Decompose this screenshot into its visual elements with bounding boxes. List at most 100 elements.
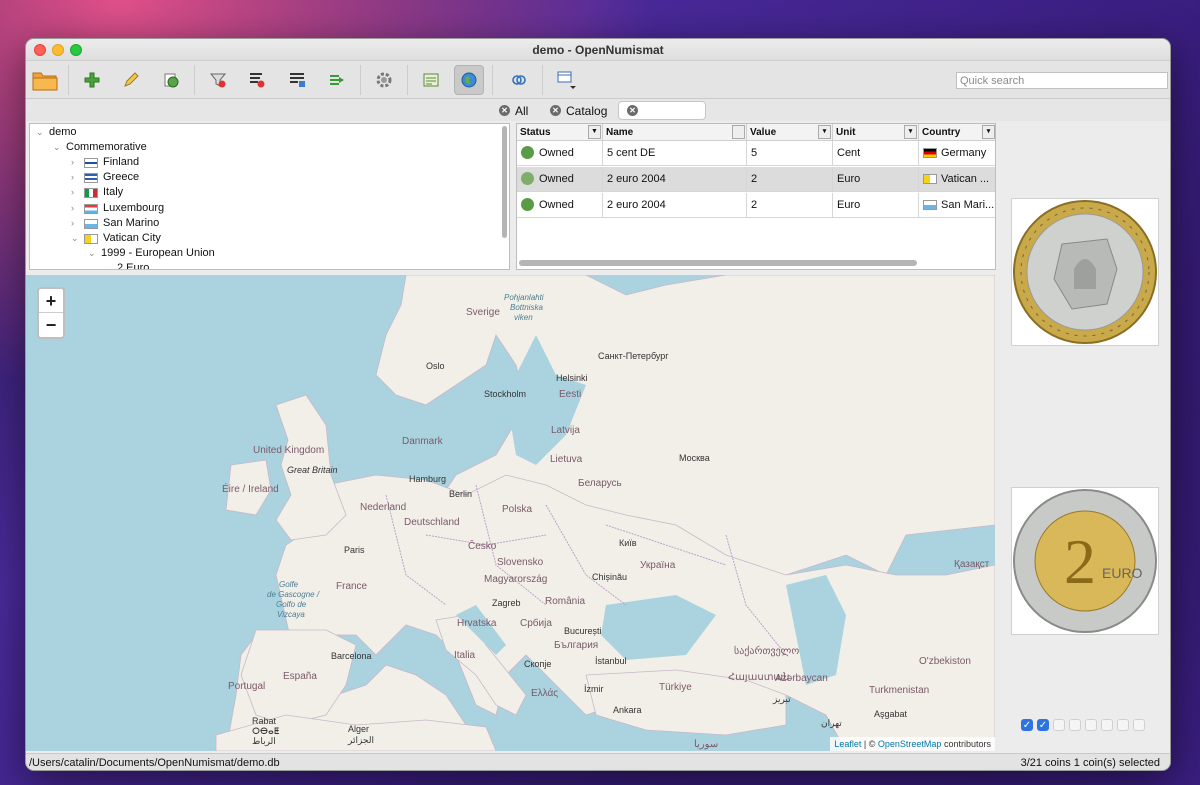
tree-item-root[interactable]: ⌄ demo: [36, 125, 77, 140]
coins-table: Status ▼ Name Value ▾ Unit ▾ Country ▾ O…: [516, 123, 996, 270]
folder-icon: [32, 72, 58, 91]
map-label: Paris: [344, 545, 365, 555]
chevron-down-icon[interactable]: ⌄: [71, 231, 79, 246]
tree-item-italy[interactable]: › Italy: [71, 185, 123, 200]
open-folder-button[interactable]: [30, 65, 60, 95]
map-button[interactable]: [454, 65, 484, 95]
attribution-contributors: contributors: [943, 739, 991, 749]
filter-icon[interactable]: ▾: [904, 125, 917, 139]
filter-icon: [209, 73, 227, 88]
map-label: Hamburg: [409, 474, 447, 484]
close-tab-icon[interactable]: ✕: [627, 105, 638, 116]
tree-item-value[interactable]: ⌄ 2 Euro: [104, 261, 149, 269]
chevron-right-icon[interactable]: ›: [71, 155, 79, 170]
image-checkbox[interactable]: [1053, 719, 1065, 731]
tree-item-finland[interactable]: › Finland: [71, 155, 139, 170]
coin-obverse-image[interactable]: [1011, 198, 1159, 346]
tab-current[interactable]: ✕: [618, 101, 706, 120]
link-button[interactable]: [504, 65, 534, 95]
tree-item-period[interactable]: ⌄ 1999 - European Union: [88, 246, 215, 261]
map-label: Türkiye: [659, 682, 692, 693]
image-checkbox[interactable]: ✓: [1037, 719, 1049, 731]
san-marino-flag-icon: [84, 218, 98, 229]
filter-icon[interactable]: ▾: [982, 125, 995, 139]
chevron-right-icon[interactable]: ›: [71, 216, 79, 231]
map-label: Italia: [454, 650, 476, 661]
clone-coin-button[interactable]: [156, 65, 186, 95]
title-bar: demo - OpenNumismat: [26, 39, 1170, 61]
zoom-out-button[interactable]: −: [39, 313, 63, 337]
image-checkbox[interactable]: [1101, 719, 1113, 731]
map-label: United Kingdom: [253, 445, 325, 456]
table-row[interactable]: Owned 2 euro 2004 2 Euro San Mari...: [517, 193, 995, 218]
pencil-icon: [124, 72, 139, 87]
sort-button[interactable]: [242, 65, 272, 95]
zoom-in-button[interactable]: +: [39, 289, 63, 313]
filter-icon[interactable]: ▼: [588, 125, 601, 139]
chevron-right-icon[interactable]: ›: [71, 201, 79, 216]
chevron-down-icon[interactable]: ⌄: [36, 125, 44, 140]
map-label: Lietuva: [550, 454, 583, 465]
table-row-selected[interactable]: Owned 2 euro 2004 2 Euro Vatican ...: [517, 167, 995, 192]
status-bar: /Users/catalin/Documents/OpenNumismat/de…: [26, 753, 1170, 770]
image-checkbox[interactable]: [1085, 719, 1097, 731]
table-row[interactable]: Owned 5 cent DE 5 Cent Germany: [517, 141, 995, 166]
greece-flag-icon: [84, 172, 98, 183]
tree-scrollbar[interactable]: [502, 126, 507, 238]
map-label: Danmark: [402, 436, 443, 447]
filter-button[interactable]: [203, 65, 233, 95]
attribution-separator: | ©: [863, 739, 876, 749]
map-view[interactable]: Sverige Pohjanlahti Bottniska viken Oslo…: [26, 275, 995, 751]
image-checkbox[interactable]: ✓: [1021, 719, 1033, 731]
tree-item-luxembourg[interactable]: › Luxembourg: [71, 201, 164, 216]
unit-cell: Cent: [833, 141, 919, 166]
status-owned-icon: [521, 197, 534, 211]
close-window-button[interactable]: [34, 44, 46, 56]
maximize-window-button[interactable]: [70, 44, 82, 56]
tab-catalog[interactable]: ✕ Catalog: [550, 101, 607, 120]
tree-item-greece[interactable]: › Greece: [71, 170, 139, 185]
tree-item-san-marino[interactable]: › San Marino: [71, 216, 159, 231]
tree-item-vatican-city[interactable]: ⌄ Vatican City: [71, 231, 161, 246]
image-checkbox[interactable]: [1133, 719, 1145, 731]
column-header-status[interactable]: Status ▼: [517, 124, 603, 141]
coin-reverse-image[interactable]: 2 EURO: [1011, 487, 1159, 635]
selection-summary: 3/21 coins 1 coin(s) selected: [1020, 757, 1160, 769]
tree-label: Luxembourg: [103, 202, 165, 214]
image-checkbox[interactable]: [1117, 719, 1129, 731]
export-button[interactable]: [322, 65, 352, 95]
edit-coin-button[interactable]: [116, 65, 146, 95]
chevron-down-icon[interactable]: ⌄: [88, 246, 96, 261]
report-icon: [290, 73, 305, 87]
san-marino-flag-icon: [923, 200, 937, 211]
openstreetmap-link[interactable]: OpenStreetMap: [878, 739, 942, 749]
column-header-name[interactable]: Name: [603, 124, 747, 141]
chevron-right-icon[interactable]: ›: [71, 170, 79, 185]
close-tab-icon[interactable]: ✕: [499, 105, 510, 116]
chevron-down-icon[interactable]: ⌄: [104, 261, 112, 269]
minimize-window-button[interactable]: [52, 44, 64, 56]
quick-search-input[interactable]: [956, 72, 1168, 89]
map-label: Česko: [468, 541, 497, 552]
filter-icon[interactable]: ▾: [818, 125, 831, 139]
map-label: Eesti: [559, 389, 582, 400]
settings-button[interactable]: [369, 65, 399, 95]
column-header-country[interactable]: Country ▾: [919, 124, 995, 141]
statistics-button[interactable]: [416, 65, 446, 95]
tree-item-commemorative[interactable]: ⌄ Commemorative: [53, 140, 147, 155]
tab-all[interactable]: ✕ All: [499, 101, 528, 120]
filter-icon[interactable]: [732, 125, 745, 139]
leaflet-link[interactable]: Leaflet: [834, 739, 861, 749]
close-tab-icon[interactable]: ✕: [550, 105, 561, 116]
table-horizontal-scrollbar[interactable]: [519, 260, 917, 266]
add-coin-button[interactable]: [77, 65, 107, 95]
column-header-unit[interactable]: Unit ▾: [833, 124, 919, 141]
chevron-down-icon[interactable]: ⌄: [53, 140, 61, 155]
chevron-right-icon[interactable]: ›: [71, 185, 79, 200]
column-header-value[interactable]: Value ▾: [747, 124, 833, 141]
report-button[interactable]: [282, 65, 312, 95]
map-label: Sverige: [466, 307, 500, 318]
image-checkbox[interactable]: [1069, 719, 1081, 731]
view-menu-button[interactable]: [551, 65, 581, 95]
map-label: Rabat: [252, 716, 277, 726]
